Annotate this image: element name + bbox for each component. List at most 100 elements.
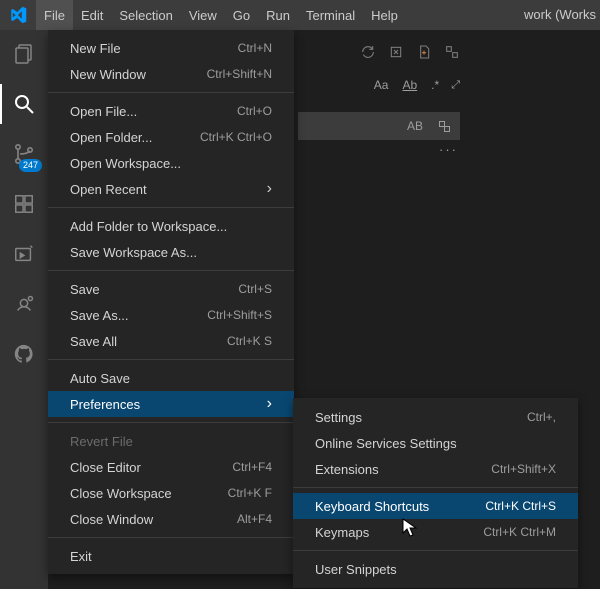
- file-menu-revert-file: Revert File: [48, 428, 294, 454]
- file-menu-exit[interactable]: Exit: [48, 543, 294, 569]
- menu-item-label: Extensions: [315, 462, 379, 477]
- menubar-item-selection[interactable]: Selection: [111, 0, 180, 30]
- titlebar: FileEditSelectionViewGoRunTerminalHelp w…: [0, 0, 600, 30]
- source-control-icon[interactable]: 247: [0, 138, 48, 170]
- regex-toggle[interactable]: .*: [429, 78, 441, 93]
- file-menu-open-workspace[interactable]: Open Workspace...: [48, 150, 294, 176]
- extensions-icon[interactable]: [0, 188, 48, 220]
- menu-shortcut: Ctrl+K F: [228, 486, 272, 500]
- menu-shortcut: Ctrl+Shift+N: [207, 67, 272, 81]
- file-menu-preferences[interactable]: Preferences ›: [48, 391, 294, 417]
- file-menu-close-window[interactable]: Close Window Alt+F4: [48, 506, 294, 532]
- chevron-right-icon: ›: [267, 180, 272, 198]
- match-case-toggle[interactable]: Aa: [372, 78, 391, 93]
- expand-icon[interactable]: ⤢: [451, 79, 460, 92]
- menu-shortcut: Ctrl+K Ctrl+S: [485, 499, 556, 513]
- menu-item-label: Auto Save: [70, 371, 130, 386]
- menu-item-label: Save As...: [70, 308, 129, 323]
- menubar-item-go[interactable]: Go: [225, 0, 258, 30]
- menu-item-label: Open Workspace...: [70, 156, 181, 171]
- replace-all-icon[interactable]: [437, 119, 452, 134]
- menu-item-label: Open Recent: [70, 182, 147, 197]
- menu-shortcut: Ctrl+F4: [232, 460, 272, 474]
- menu-item-label: Revert File: [70, 434, 133, 449]
- file-menu-save-all[interactable]: Save All Ctrl+K S: [48, 328, 294, 354]
- menu-separator: [48, 359, 294, 360]
- menu-item-label: Close Workspace: [70, 486, 172, 501]
- menu-item-label: Open File...: [70, 104, 137, 119]
- menu-shortcut: Ctrl+Shift+X: [491, 462, 556, 476]
- file-menu-new-file[interactable]: New File Ctrl+N: [48, 35, 294, 61]
- menu-shortcut: Ctrl+N: [238, 41, 272, 55]
- explorer-icon[interactable]: [0, 38, 48, 70]
- activity-bar: 247: [0, 30, 48, 589]
- menu-shortcut: Alt+F4: [237, 512, 272, 526]
- file-menu-open-folder[interactable]: Open Folder... Ctrl+K Ctrl+O: [48, 124, 294, 150]
- menu-item-label: Keyboard Shortcuts: [315, 499, 429, 514]
- menu-shortcut: Ctrl+Shift+S: [207, 308, 272, 322]
- file-menu-dropdown: New File Ctrl+N New Window Ctrl+Shift+N Open…: [48, 30, 294, 574]
- menu-item-label: Keymaps: [315, 525, 369, 540]
- menu-item-label: Close Editor: [70, 460, 141, 475]
- file-menu-add-folder[interactable]: Add Folder to Workspace...: [48, 213, 294, 239]
- file-menu-save-workspace-as[interactable]: Save Workspace As...: [48, 239, 294, 265]
- menu-separator: [48, 92, 294, 93]
- menu-shortcut: Ctrl+K Ctrl+O: [200, 130, 272, 144]
- menu-separator: [48, 207, 294, 208]
- menu-item-label: New File: [70, 41, 121, 56]
- collapse-icon[interactable]: [444, 44, 460, 60]
- more-icon[interactable]: ···: [439, 142, 458, 157]
- menu-item-label: Settings: [315, 410, 362, 425]
- file-menu-new-window[interactable]: New Window Ctrl+Shift+N: [48, 61, 294, 87]
- preferences-submenu: SettingsCtrl+, Online Services Settings Ex…: [293, 398, 578, 588]
- file-menu-save-as[interactable]: Save As... Ctrl+Shift+S: [48, 302, 294, 328]
- menubar-item-edit[interactable]: Edit: [73, 0, 111, 30]
- pref-menu-keyboard-shortcuts[interactable]: Keyboard Shortcuts Ctrl+K Ctrl+S: [293, 493, 578, 519]
- file-menu-open-recent[interactable]: Open Recent ›: [48, 176, 294, 202]
- window-title: work (Works: [406, 0, 600, 30]
- app-logo-icon: [0, 0, 36, 30]
- menubar-item-file[interactable]: File: [36, 0, 73, 30]
- chevron-right-icon: ›: [267, 395, 272, 413]
- menu-item-label: New Window: [70, 67, 146, 82]
- menu-shortcut: Ctrl+O: [237, 104, 272, 118]
- file-menu-open-file[interactable]: Open File... Ctrl+O: [48, 98, 294, 124]
- pref-menu-user-snippets[interactable]: User Snippets: [293, 556, 578, 582]
- preserve-case-toggle[interactable]: AB: [407, 119, 423, 133]
- menubar-item-run[interactable]: Run: [258, 0, 298, 30]
- menu-item-label: Exit: [70, 549, 92, 564]
- file-menu-close-editor[interactable]: Close Editor Ctrl+F4: [48, 454, 294, 480]
- menubar: FileEditSelectionViewGoRunTerminalHelp: [36, 0, 406, 30]
- github-icon[interactable]: [0, 338, 48, 370]
- menu-shortcut: Ctrl+K Ctrl+M: [483, 525, 556, 539]
- menu-item-label: Open Folder...: [70, 130, 152, 145]
- pref-menu-settings[interactable]: SettingsCtrl+,: [293, 404, 578, 430]
- menu-item-label: Add Folder to Workspace...: [70, 219, 227, 234]
- menu-item-label: Close Window: [70, 512, 153, 527]
- pref-menu-keymaps[interactable]: Keymaps Ctrl+K Ctrl+M: [293, 519, 578, 545]
- file-menu-close-workspace[interactable]: Close Workspace Ctrl+K F: [48, 480, 294, 506]
- menu-item-label: Save: [70, 282, 100, 297]
- file-menu-auto-save[interactable]: Auto Save: [48, 365, 294, 391]
- menubar-item-view[interactable]: View: [181, 0, 225, 30]
- editor-toolbar: [360, 44, 460, 60]
- menu-item-label: Preferences: [70, 397, 140, 412]
- menubar-item-help[interactable]: Help: [363, 0, 406, 30]
- pref-menu-online-services[interactable]: Online Services Settings: [293, 430, 578, 456]
- run-debug-icon[interactable]: [0, 238, 48, 270]
- remote-icon[interactable]: [0, 288, 48, 320]
- refresh-icon[interactable]: [360, 44, 376, 60]
- clear-icon[interactable]: [388, 44, 404, 60]
- menubar-item-terminal[interactable]: Terminal: [298, 0, 363, 30]
- replace-row: AB: [298, 112, 460, 140]
- match-whole-word-toggle[interactable]: Ab: [400, 78, 419, 93]
- menu-item-label: Online Services Settings: [315, 436, 457, 451]
- new-file-icon[interactable]: [416, 44, 432, 60]
- pref-menu-extensions[interactable]: Extensions Ctrl+Shift+X: [293, 456, 578, 482]
- file-menu-save[interactable]: SaveCtrl+S: [48, 276, 294, 302]
- scm-badge: 247: [19, 159, 42, 172]
- menu-item-label: User Snippets: [315, 562, 397, 577]
- search-icon[interactable]: [0, 88, 48, 120]
- menu-item-label: Save All: [70, 334, 117, 349]
- menu-shortcut: Ctrl+K S: [227, 334, 272, 348]
